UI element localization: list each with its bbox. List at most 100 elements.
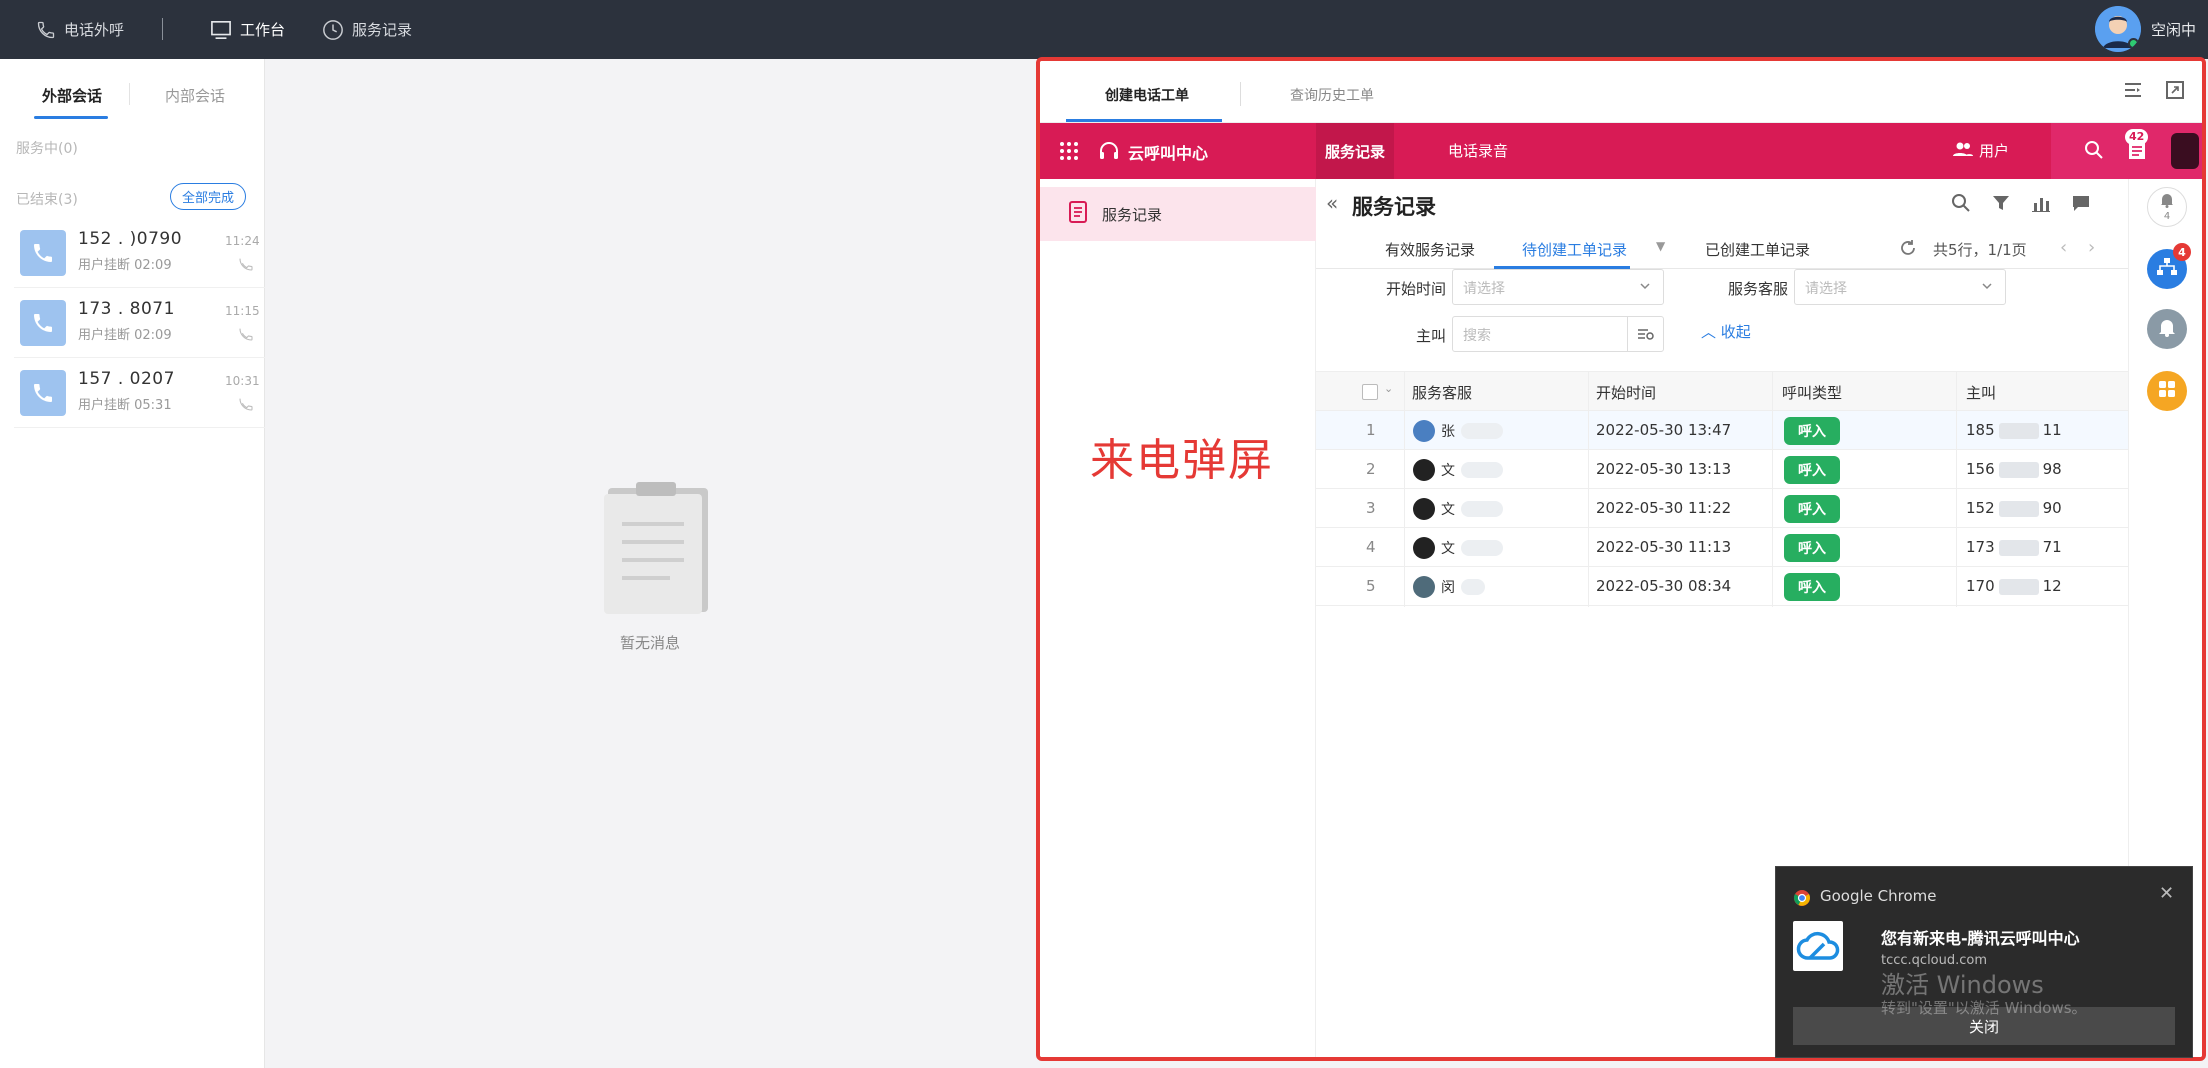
outbound-call-button[interactable]: 电话外呼 (36, 0, 124, 59)
row-number: 2 (1366, 460, 1376, 478)
table-row[interactable]: 4 文 2022-05-30 11:13 呼入 173 71 (1316, 528, 2128, 567)
caller-prefix: 173 (1966, 538, 1995, 556)
nav-service-records[interactable]: 服务记录 (1316, 123, 1394, 179)
caller-suffix: 98 (2042, 460, 2062, 478)
call-status: 用户挂断 02:09 (78, 258, 172, 273)
subtab-pending-records[interactable]: 待创建工单记录 (1522, 239, 1627, 260)
column-header[interactable]: 开始时间 (1596, 382, 1656, 403)
agent-status[interactable]: 空闲中 (2151, 19, 2196, 40)
session-tabs: 外部会话 内部会话 (0, 59, 265, 127)
workbench-label: 工作台 (240, 21, 286, 39)
bar-chart-icon[interactable] (2031, 193, 2051, 217)
table-row[interactable]: 5 闵 2022-05-30 08:34 呼入 170 12 (1316, 567, 2128, 606)
prev-page-icon[interactable]: ‹ (2060, 237, 2067, 258)
chevron-down-icon[interactable]: ▼ (1656, 239, 1665, 253)
subtab-created-records[interactable]: 已创建工单记录 (1705, 239, 1810, 260)
call-number: 173 . 8071 (78, 299, 175, 319)
page-title: 服务记录 (1352, 195, 1436, 219)
start-time-label: 开始时间 (1386, 280, 1447, 298)
chevron-up-icon: ︿ (1701, 323, 1717, 341)
finish-all-button[interactable]: 全部完成 (170, 183, 246, 210)
search-icon[interactable] (1951, 193, 1971, 217)
app-grid-icon[interactable] (1058, 140, 1080, 166)
clipboard-icon (600, 480, 714, 620)
caller-filter-label: 主叫 (1416, 327, 1447, 345)
table-row[interactable]: 1 张 2022-05-30 13:47 呼入 185 11 (1316, 411, 2128, 450)
comment-icon[interactable] (2071, 193, 2091, 217)
user-avatar[interactable] (2171, 133, 2199, 169)
alerts-button[interactable] (2147, 309, 2187, 349)
call-type-badge: 呼入 (1784, 495, 1840, 523)
column-header[interactable]: 主叫 (1966, 382, 1996, 403)
empty-message: 暂无消息 (620, 634, 681, 652)
agent-avatar (1413, 498, 1435, 520)
call-list-item[interactable]: 152 . )0790 用户挂断 02:09 11:24 (0, 222, 265, 288)
search-icon[interactable] (2084, 140, 2104, 164)
agent-cell: 文 (1413, 536, 1503, 560)
bell-icon (2160, 192, 2174, 212)
redacted-block (1461, 423, 1503, 439)
list-collapse-icon[interactable] (2122, 79, 2144, 101)
redacted-block (1998, 461, 2039, 478)
caller-cell: 170 12 (1966, 577, 2062, 595)
subtab-valid-records[interactable]: 有效服务记录 (1385, 239, 1475, 260)
windows-activation-watermark-sub: 转到"设置"以激活 Windows。 (1881, 999, 2087, 1017)
hangup-icon (238, 326, 254, 346)
nav-call-recordings[interactable]: 电话录音 (1448, 140, 1508, 161)
expand-icon[interactable] (2164, 79, 2186, 101)
divider (14, 287, 265, 288)
tab-internal-sessions[interactable]: 内部会话 (165, 85, 225, 106)
phone-icon (36, 20, 56, 40)
collapse-filters-link[interactable]: ︿ 收起 (1701, 321, 1751, 342)
chrome-notification[interactable]: Google Chrome ✕ 您有新来电-腾讯云呼叫中心 tccc.qclou… (1775, 866, 2193, 1058)
column-header[interactable]: 呼叫类型 (1782, 382, 1842, 403)
tab-external-sessions[interactable]: 外部会话 (42, 85, 102, 106)
side-menu-service-records[interactable]: 服务记录 (1040, 187, 1316, 241)
users-icon (1953, 141, 1973, 161)
agent-avatar (1413, 537, 1435, 559)
caller-suffix: 12 (2042, 577, 2062, 595)
table-header: ⌄ 服务客服 开始时间 呼叫类型 主叫 (1316, 371, 2128, 411)
call-list-item[interactable]: 157 . 0207 用户挂断 05:31 10:31 (0, 362, 265, 428)
collapse-sidebar-icon[interactable]: « (1326, 191, 1338, 215)
caller-cell: 152 90 (1966, 499, 2062, 517)
table-row[interactable]: 3 文 2022-05-30 11:22 呼入 152 90 (1316, 489, 2128, 528)
divider (14, 427, 265, 428)
table-row[interactable]: 2 文 2022-05-30 13:13 呼入 156 98 (1316, 450, 2128, 489)
call-list-item[interactable]: 173 . 8071 用户挂断 02:09 11:15 (0, 292, 265, 358)
agent-name: 文 (1441, 541, 1455, 557)
chevron-down-icon[interactable]: ⌄ (1384, 382, 1393, 395)
agent-select[interactable]: 请选择 (1794, 269, 2006, 305)
close-icon[interactable]: ✕ (2159, 883, 2174, 904)
start-time-select[interactable]: 请选择 (1452, 269, 1664, 305)
caller-cell: 156 98 (1966, 460, 2062, 478)
start-time-cell: 2022-05-30 08:34 (1596, 577, 1732, 595)
call-type-badge: 呼入 (1784, 534, 1840, 562)
caller-suffix: 71 (2042, 538, 2062, 556)
caller-search-input[interactable]: 搜索 (1452, 316, 1664, 352)
agent-avatar[interactable] (2095, 6, 2141, 52)
collapse-filters-label: 收起 (1720, 323, 1751, 341)
agent-avatar (1413, 459, 1435, 481)
apps-button[interactable] (2147, 371, 2187, 411)
agent-cell: 文 (1413, 497, 1503, 521)
caller-prefix: 170 (1966, 577, 1995, 595)
phone-icon (20, 230, 66, 276)
windows-activation-watermark: 激活 Windows (1881, 971, 2044, 999)
chrome-icon (1793, 889, 1811, 911)
tab-history-orders[interactable]: 查询历史工单 (1290, 85, 1374, 105)
refresh-icon[interactable] (1899, 239, 1917, 261)
filter-icon[interactable] (1991, 193, 2011, 217)
tab-create-phone-order[interactable]: 创建电话工单 (1105, 85, 1189, 105)
agent-name: 文 (1441, 502, 1455, 518)
search-options-icon[interactable] (1627, 317, 1663, 351)
column-header[interactable]: 服务客服 (1412, 382, 1472, 403)
bell-button[interactable]: 4 (2147, 187, 2187, 227)
top-bar: 电话外呼 工作台 服务记录 空闲中 (0, 0, 2208, 59)
select-all-checkbox[interactable] (1362, 384, 1378, 400)
next-page-icon[interactable]: › (2088, 237, 2095, 258)
service-records-nav-button[interactable]: 服务记录 (322, 0, 412, 59)
user-menu[interactable]: 用户 (1953, 140, 2009, 161)
redacted-block (1461, 501, 1503, 517)
workbench-button[interactable]: 工作台 (210, 0, 285, 59)
